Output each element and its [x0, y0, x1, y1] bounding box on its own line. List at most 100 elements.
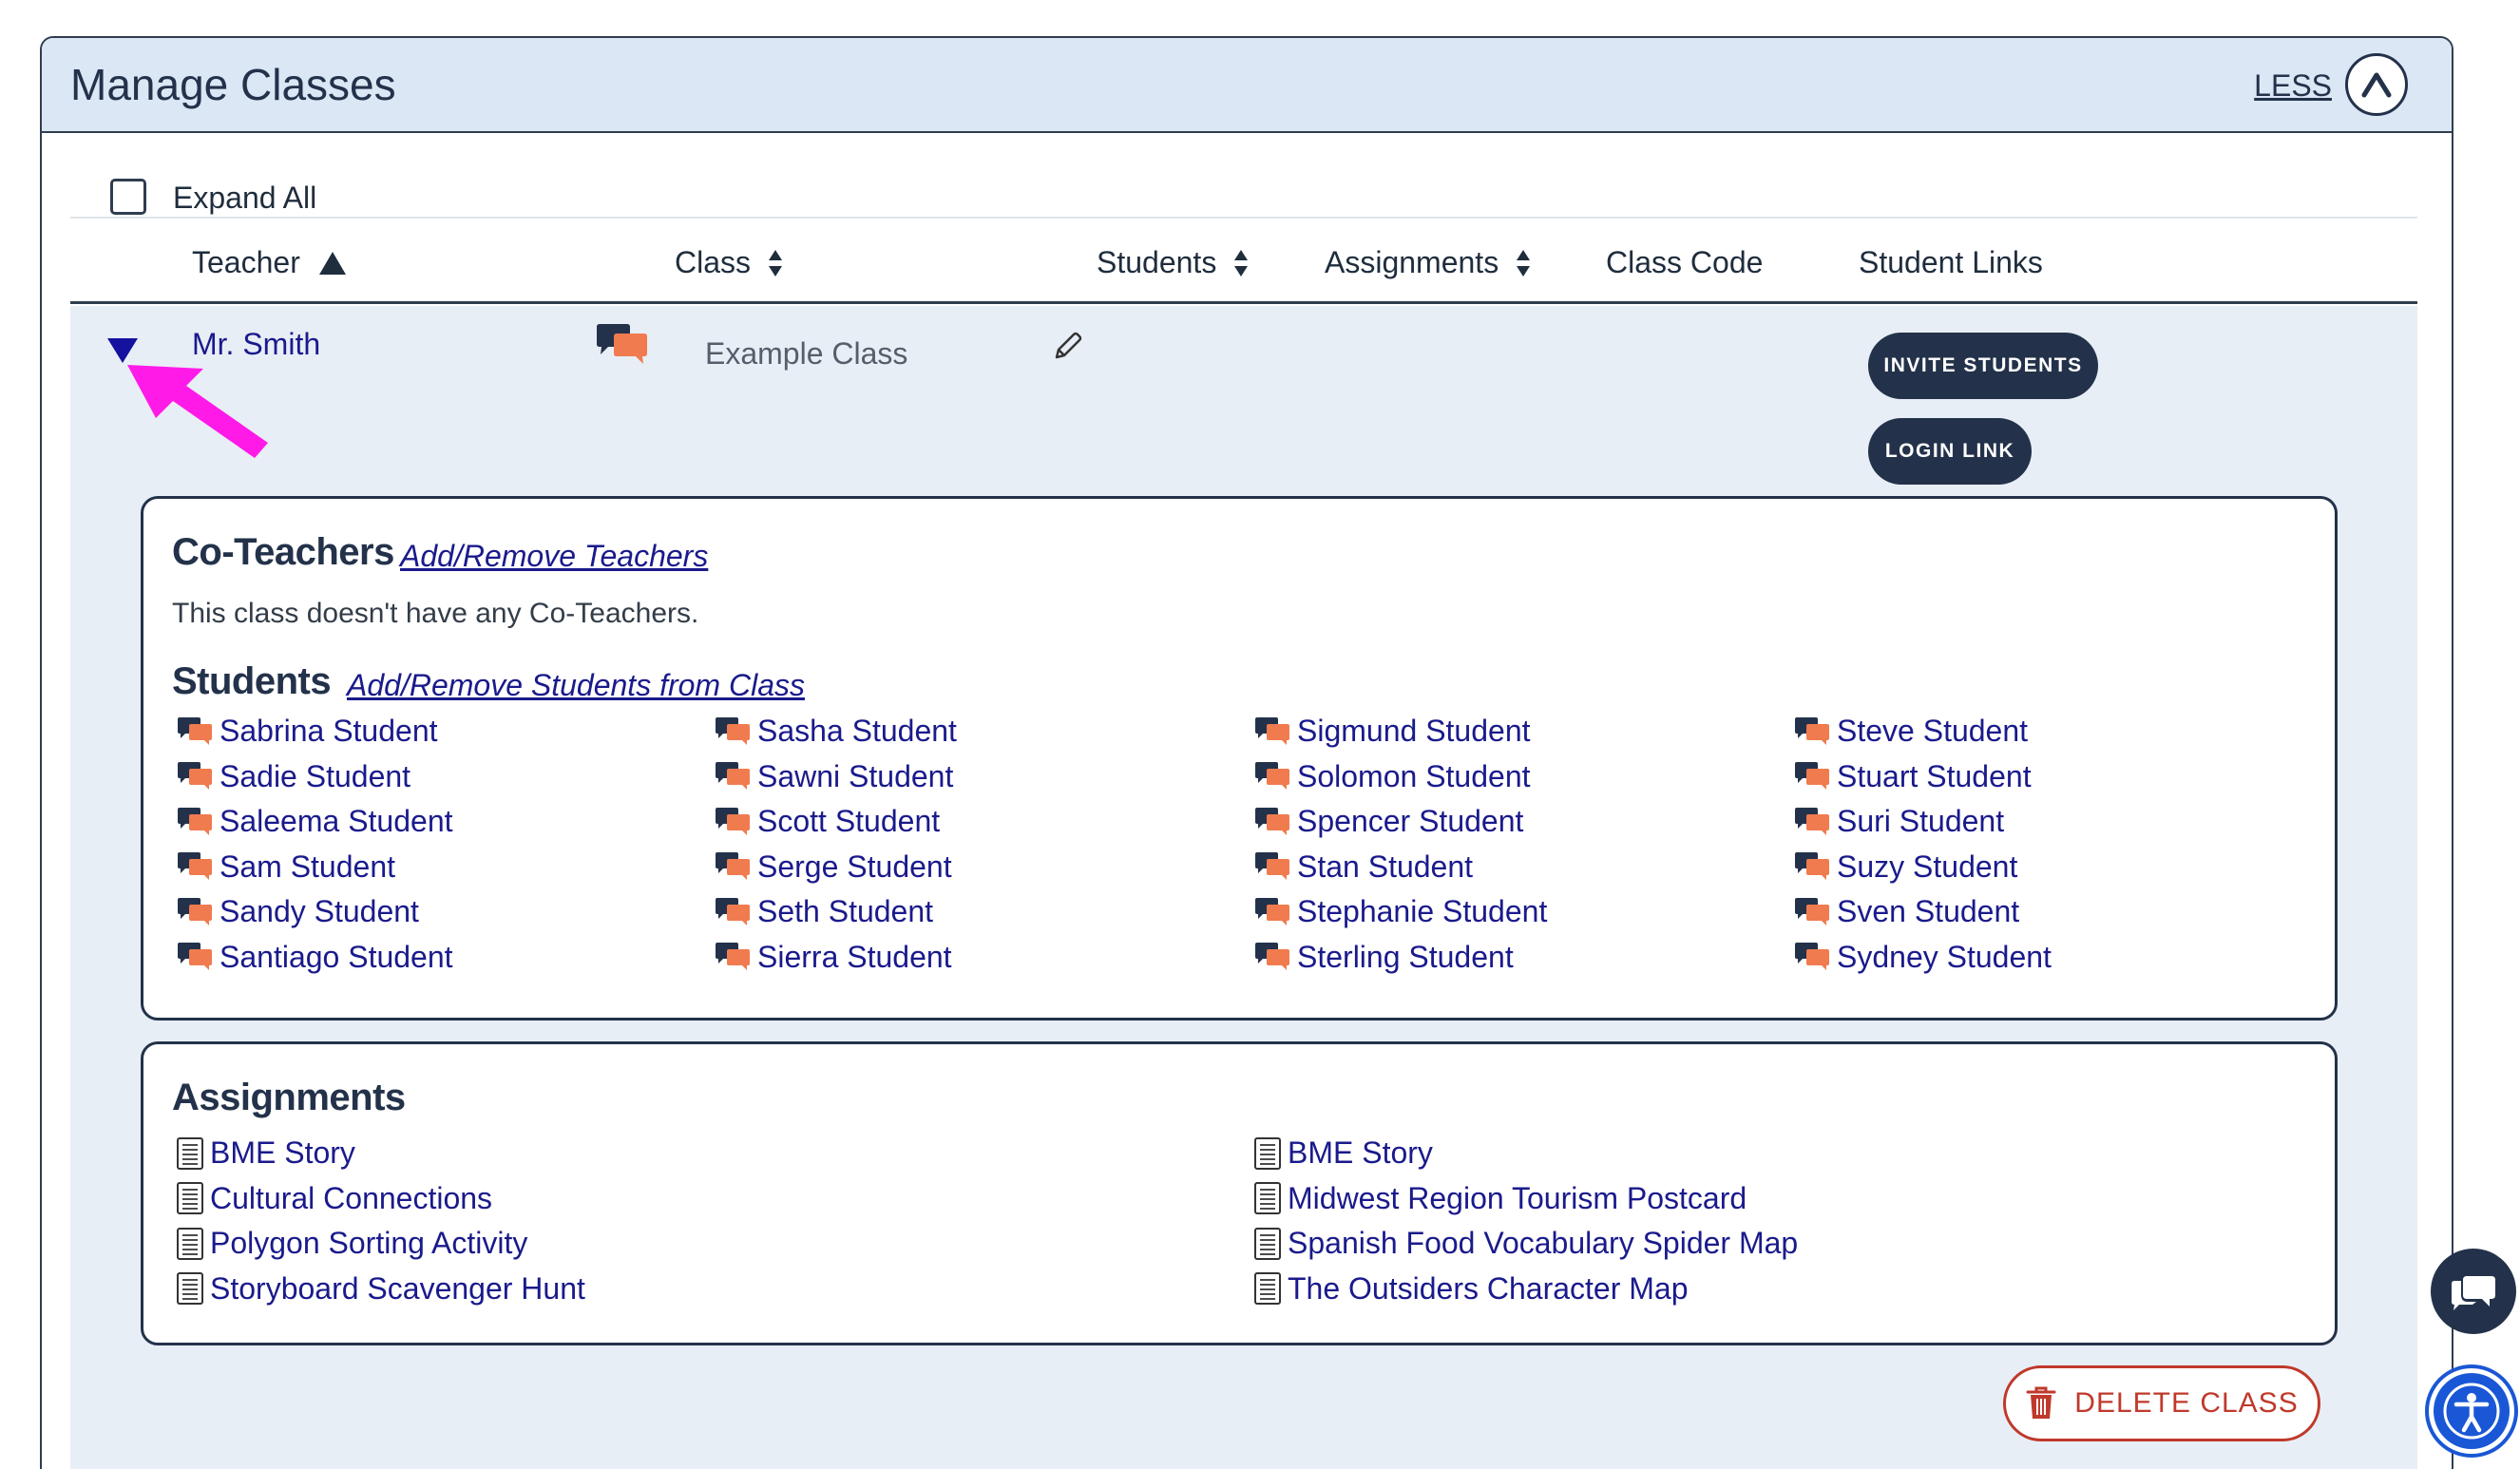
student-link[interactable]: Spencer Student [1253, 804, 1523, 839]
student-name: Santiago Student [220, 939, 453, 974]
document-icon [1254, 1136, 1281, 1170]
assignment-name: Midwest Region Tourism Postcard [1288, 1180, 1747, 1215]
assignment-link[interactable]: Midwest Region Tourism Postcard [1253, 1181, 1747, 1216]
co-teachers-heading: Co-Teachers [172, 531, 394, 573]
chat-icon [178, 852, 212, 880]
accessibility-icon-wrap [2434, 1373, 2510, 1449]
collapse-button[interactable] [2345, 53, 2408, 116]
student-link[interactable]: Scott Student [714, 804, 940, 839]
assignment-name: Polygon Sorting Activity [210, 1226, 528, 1260]
co-teachers-students-box: Co-Teachers Add/Remove Teachers This cla… [141, 496, 2338, 1021]
assignment-name: The Outsiders Character Map [1288, 1270, 1689, 1306]
column-header-class-code: Class Code [1606, 245, 1763, 280]
student-link[interactable]: Steve Student [1793, 714, 2028, 749]
student-link[interactable]: Sandy Student [176, 894, 419, 929]
document-icon [1254, 1182, 1281, 1214]
column-header-student-links: Student Links [1859, 245, 2043, 280]
student-link[interactable]: Stuart Student [1793, 759, 2032, 794]
student-link[interactable]: Sigmund Student [1253, 714, 1531, 749]
assignment-name: BME Story [210, 1135, 355, 1170]
column-header-teacher[interactable]: Teacher [192, 245, 348, 280]
sort-icon [1517, 249, 1531, 277]
assignment-link[interactable]: Storyboard Scavenger Hunt [176, 1271, 585, 1307]
assignment-link[interactable]: BME Story [1253, 1135, 1433, 1171]
student-link[interactable]: Sydney Student [1793, 940, 2052, 975]
invite-students-button[interactable]: INVITE STUDENTS [1868, 333, 2098, 399]
student-name: Sigmund Student [1297, 714, 1531, 748]
student-link[interactable]: Sasha Student [714, 714, 957, 749]
chat-icon [716, 943, 750, 970]
student-link[interactable]: Sabrina Student [176, 714, 438, 749]
sort-asc-icon [318, 251, 346, 275]
chat-icon [1795, 852, 1829, 880]
student-name: Sydney Student [1837, 939, 2052, 974]
column-label: Class Code [1606, 245, 1764, 279]
assignment-link[interactable]: Polygon Sorting Activity [176, 1226, 527, 1261]
panel-header: Manage Classes LESS [42, 38, 2452, 133]
student-name: Sandy Student [220, 894, 419, 928]
column-header-class[interactable]: Class [675, 245, 783, 280]
page-title: Manage Classes [70, 60, 396, 109]
sort-icon [769, 249, 783, 277]
student-name: Stephanie Student [1297, 894, 1548, 928]
student-link[interactable]: Stan Student [1253, 849, 1473, 885]
student-name: Sven Student [1837, 894, 2020, 928]
student-link[interactable]: Suri Student [1793, 804, 2004, 839]
column-header-students[interactable]: Students [1097, 245, 1249, 280]
student-link[interactable]: Sawni Student [714, 759, 953, 794]
accessibility-icon [2443, 1383, 2500, 1440]
accessibility-button[interactable] [2425, 1364, 2518, 1458]
sort-icon [1234, 249, 1249, 277]
delete-class-button[interactable]: DELETE CLASS [2003, 1365, 2320, 1441]
chat-icon [1255, 762, 1289, 790]
student-link[interactable]: Santiago Student [176, 940, 453, 975]
assignment-link[interactable]: BME Story [176, 1135, 355, 1171]
class-row: Mr. Smith Example Class INVITE STUDENTS … [70, 306, 2417, 1469]
chat-icon [178, 807, 212, 835]
student-link[interactable]: Sam Student [176, 849, 395, 885]
add-remove-students-link[interactable]: Add/Remove Students from Class [347, 668, 805, 703]
chat-icon [1255, 897, 1289, 925]
document-icon [177, 1182, 203, 1214]
login-link-button[interactable]: LOGIN LINK [1868, 418, 2032, 485]
chat-icon [716, 807, 750, 835]
document-icon [177, 1227, 203, 1260]
student-link[interactable]: Sterling Student [1253, 940, 1514, 975]
students-heading: Students [172, 660, 332, 702]
expand-all-checkbox[interactable] [110, 179, 146, 215]
document-icon [1254, 1272, 1281, 1305]
chat-icon [1795, 897, 1829, 925]
assignment-link[interactable]: Spanish Food Vocabulary Spider Map [1253, 1226, 1798, 1261]
student-link[interactable]: Sadie Student [176, 759, 410, 794]
pencil-icon[interactable] [1051, 331, 1083, 363]
student-name: Saleema Student [220, 804, 453, 838]
assignment-link[interactable]: Cultural Connections [176, 1181, 492, 1216]
chat-icon[interactable] [595, 323, 650, 367]
chat-icon [1255, 943, 1289, 970]
student-name: Sadie Student [220, 758, 411, 793]
chat-icon [1255, 852, 1289, 880]
column-label: Class [675, 245, 752, 279]
teacher-name-link[interactable]: Mr. Smith [192, 327, 320, 362]
assignment-link[interactable]: The Outsiders Character Map [1253, 1271, 1689, 1307]
student-link[interactable]: Sven Student [1793, 894, 2019, 929]
chat-icon [1795, 807, 1829, 835]
less-link[interactable]: LESS [2254, 68, 2332, 104]
student-name: Sawni Student [757, 758, 954, 793]
column-header-assignments[interactable]: Assignments [1325, 245, 1531, 280]
assignment-name: Spanish Food Vocabulary Spider Map [1288, 1226, 1799, 1260]
student-link[interactable]: Suzy Student [1793, 849, 2017, 885]
chevron-up-icon [2361, 72, 2392, 98]
student-name: Stuart Student [1837, 758, 2032, 793]
student-link[interactable]: Seth Student [714, 894, 933, 929]
support-chat-button[interactable] [2431, 1249, 2516, 1334]
column-label: Students [1097, 245, 1217, 279]
student-link[interactable]: Sierra Student [714, 940, 952, 975]
student-link[interactable]: Saleema Student [176, 804, 453, 839]
student-name: Spencer Student [1297, 804, 1524, 838]
add-remove-teachers-link[interactable]: Add/Remove Teachers [400, 539, 708, 574]
student-link[interactable]: Serge Student [714, 849, 952, 885]
student-link[interactable]: Stephanie Student [1253, 894, 1547, 929]
student-link[interactable]: Solomon Student [1253, 759, 1531, 794]
chat-icon [2452, 1276, 2495, 1310]
